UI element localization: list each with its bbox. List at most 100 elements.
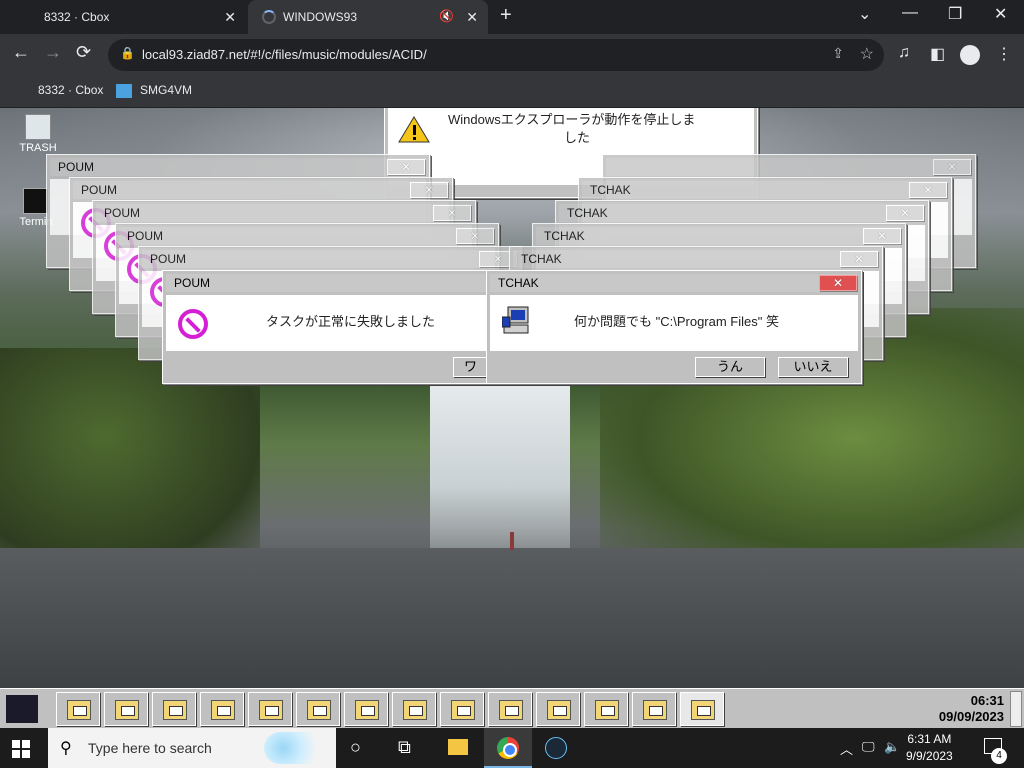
- dialog-title: POUM: [50, 158, 426, 176]
- dialog-title: TCHAK: [582, 181, 948, 199]
- tchak-dialog[interactable]: TCHAK ✕ 何か問題でも "C:\Program Files" 笑 うん い…: [486, 270, 862, 384]
- dialog-title: TCHAK: [490, 274, 858, 292]
- reload-button[interactable]: ⟳: [76, 42, 91, 63]
- close-button[interactable]: ✕: [909, 182, 947, 198]
- win93-clock-date: 09/09/2023: [938, 709, 1004, 724]
- bookmark-smg4vm[interactable]: SMG4VM: [140, 83, 192, 97]
- window-icon: [115, 700, 139, 720]
- address-bar[interactable]: 🔒 local93.ziad87.net/#!/c/files/music/mo…: [108, 39, 884, 71]
- dialog-title: [606, 158, 972, 176]
- chrome-button[interactable]: [484, 728, 532, 768]
- wallpaper-ground: [0, 548, 1024, 688]
- window-icon: [547, 700, 571, 720]
- bookmark-cbox[interactable]: 8332 · Cbox: [38, 83, 103, 97]
- no-button[interactable]: いいえ: [778, 357, 848, 377]
- back-button[interactable]: ←: [12, 42, 30, 63]
- file-explorer-button[interactable]: [434, 728, 482, 768]
- new-tab-button[interactable]: +: [500, 4, 512, 27]
- search-highlight-jellyfish-icon[interactable]: [264, 732, 328, 764]
- dialog-message: Windowsエクスプローラが動作を停止しま: [448, 112, 696, 127]
- tab-title: 8332 · Cbox: [44, 10, 110, 24]
- share-icon[interactable]: ⇪: [832, 45, 844, 62]
- dialog-title: POUM: [96, 204, 472, 222]
- close-button[interactable]: ✕: [387, 159, 425, 175]
- profile-avatar-icon[interactable]: [960, 45, 980, 65]
- dialog-title: TCHAK: [559, 204, 925, 222]
- tab-audio-icon[interactable]: 🔇: [439, 9, 454, 23]
- tab-windows93[interactable]: WINDOWS93 🔇 ✕: [248, 0, 488, 34]
- bookmark-star-icon[interactable]: ☆: [860, 44, 874, 64]
- close-button[interactable]: ✕: [933, 159, 971, 175]
- task-button[interactable]: [56, 692, 100, 726]
- side-panel-icon[interactable]: ◧: [930, 44, 945, 64]
- dialog-title: POUM: [119, 227, 495, 245]
- task-button[interactable]: [584, 692, 628, 726]
- window-icon: [163, 700, 187, 720]
- tray-chevron-icon[interactable]: ︿: [840, 739, 853, 758]
- task-button[interactable]: [104, 692, 148, 726]
- window-icon: [211, 700, 235, 720]
- desktop-icon-trash[interactable]: TRASH: [8, 114, 68, 154]
- windows93-desktop: TRASH Termin Windowsエクスプローラが動作を停止しま した P…: [0, 108, 1024, 688]
- task-button[interactable]: [200, 692, 244, 726]
- notification-count-badge: 4: [991, 748, 1007, 764]
- dialog-message: 何か問題でも "C:\Program Files" 笑: [574, 314, 779, 329]
- lock-icon[interactable]: 🔒: [120, 46, 135, 60]
- yes-button[interactable]: うん: [695, 357, 765, 377]
- task-button[interactable]: [344, 692, 388, 726]
- task-view-icon[interactable]: ⧉: [398, 737, 411, 758]
- network-icon[interactable]: 🖵: [862, 739, 875, 755]
- search-placeholder[interactable]: Type here to search: [88, 740, 212, 756]
- task-button[interactable]: [488, 692, 532, 726]
- scrollbar[interactable]: [1010, 691, 1022, 727]
- tab-close-icon[interactable]: ✕: [224, 9, 236, 26]
- dialog-title: POUM: [142, 250, 518, 268]
- minimize-button[interactable]: —: [902, 4, 918, 22]
- search-box[interactable]: ⚲ Type here to search: [48, 728, 336, 768]
- dialog-title: TCHAK: [513, 250, 879, 268]
- window-icon: [691, 700, 715, 720]
- bookmarks-bar: 8332 · Cbox SMG4VM: [0, 76, 1024, 108]
- menu-kebab-icon[interactable]: ⋮: [996, 44, 1012, 64]
- cortana-icon[interactable]: ○: [350, 737, 361, 758]
- volume-muted-icon[interactable]: 🔈: [884, 739, 900, 755]
- url-text[interactable]: local93.ziad87.net/#!/c/files/music/modu…: [142, 47, 427, 62]
- window-icon: [595, 700, 619, 720]
- task-button[interactable]: [296, 692, 340, 726]
- task-button[interactable]: [632, 692, 676, 726]
- close-button[interactable]: ✕: [840, 251, 878, 267]
- forward-button[interactable]: →: [44, 42, 62, 63]
- task-button[interactable]: [392, 692, 436, 726]
- dialog-body: 何か問題でも "C:\Program Files" 笑: [490, 295, 858, 351]
- close-button[interactable]: ✕: [456, 228, 494, 244]
- restore-button[interactable]: ❐: [948, 4, 962, 24]
- dialog-title: POUM: [166, 274, 488, 292]
- tab-search-icon[interactable]: ⌄: [858, 4, 871, 24]
- task-button[interactable]: [536, 692, 580, 726]
- media-control-icon[interactable]: ♫: [898, 44, 910, 62]
- window-icon: [355, 700, 379, 720]
- system-clock[interactable]: 6:31 AM 9/9/2023: [906, 731, 953, 765]
- wallpaper-person: [510, 532, 514, 550]
- task-button[interactable]: [152, 692, 196, 726]
- task-button[interactable]: [440, 692, 484, 726]
- task-button-active[interactable]: [680, 692, 724, 726]
- task-button[interactable]: [248, 692, 292, 726]
- wallpaper-waterfall: [430, 378, 570, 558]
- win93-start-icon[interactable]: [6, 695, 38, 723]
- poum-dialog[interactable]: POUM タスクが正常に失敗しました ワ: [162, 270, 493, 384]
- steam-button[interactable]: [532, 728, 580, 768]
- close-button[interactable]: ✕: [433, 205, 471, 221]
- tab-cbox[interactable]: 8332 · Cbox ✕: [0, 0, 246, 34]
- tab-close-icon[interactable]: ✕: [466, 9, 478, 26]
- close-window-button[interactable]: ✕: [994, 4, 1007, 24]
- close-button[interactable]: ✕: [410, 182, 448, 198]
- close-button[interactable]: ✕: [819, 275, 857, 291]
- start-button[interactable]: [12, 740, 30, 758]
- chrome-icon: [497, 737, 519, 759]
- search-icon: ⚲: [60, 740, 72, 757]
- close-button[interactable]: ✕: [863, 228, 901, 244]
- close-button[interactable]: ✕: [886, 205, 924, 221]
- dialog-message: タスクが正常に失敗しました: [266, 314, 436, 329]
- window-icon: [67, 700, 91, 720]
